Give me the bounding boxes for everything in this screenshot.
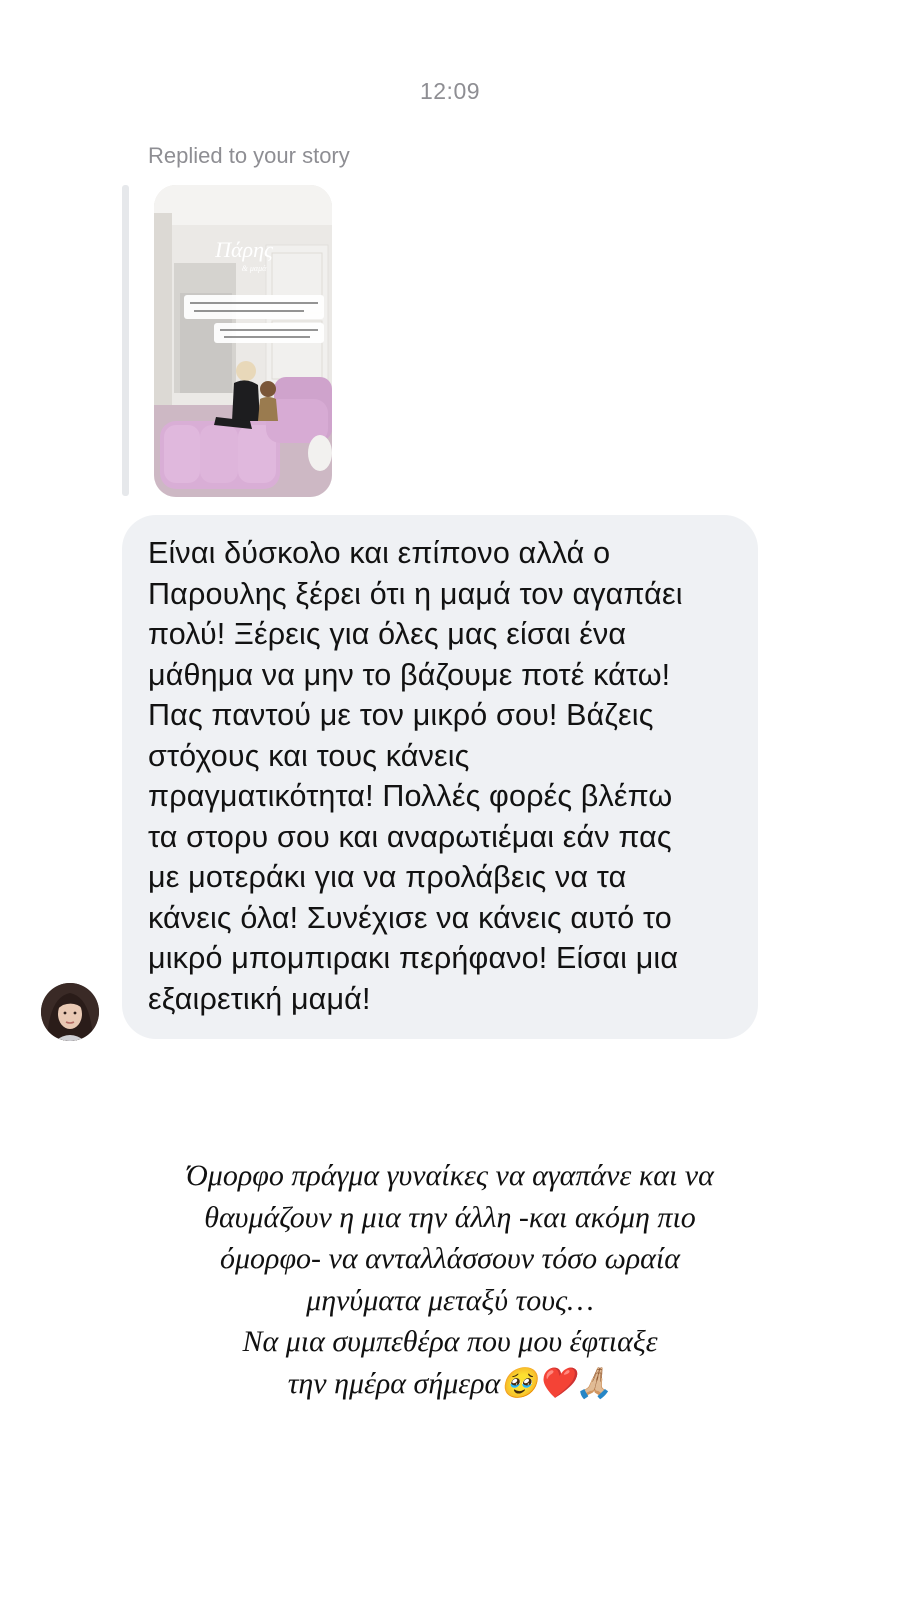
reply-quote-bar [122,185,129,496]
message-text: Είναι δύσκολο και επίπονο αλλά ο Παρουλη… [148,536,683,1016]
story-thumbnail[interactable]: Πάρης & μαμά [154,185,332,497]
story-overlay-sub: & μαμά [242,264,267,273]
message-bubble[interactable]: Είναι δύσκολο και επίπονο αλλά ο Παρουλη… [122,515,758,1039]
story-overlay-name: Πάρης [214,237,274,262]
avatar-photo-icon [41,983,99,1041]
replied-to-story-label: Replied to your story [148,143,350,168]
sender-avatar[interactable] [41,983,99,1041]
timestamp: 12:09 [419,78,481,104]
story-image: Πάρης & μαμά [154,185,332,497]
post-caption: Όμορφο πράγμα γυναίκες να αγαπάνε και να… [186,1159,714,1400]
